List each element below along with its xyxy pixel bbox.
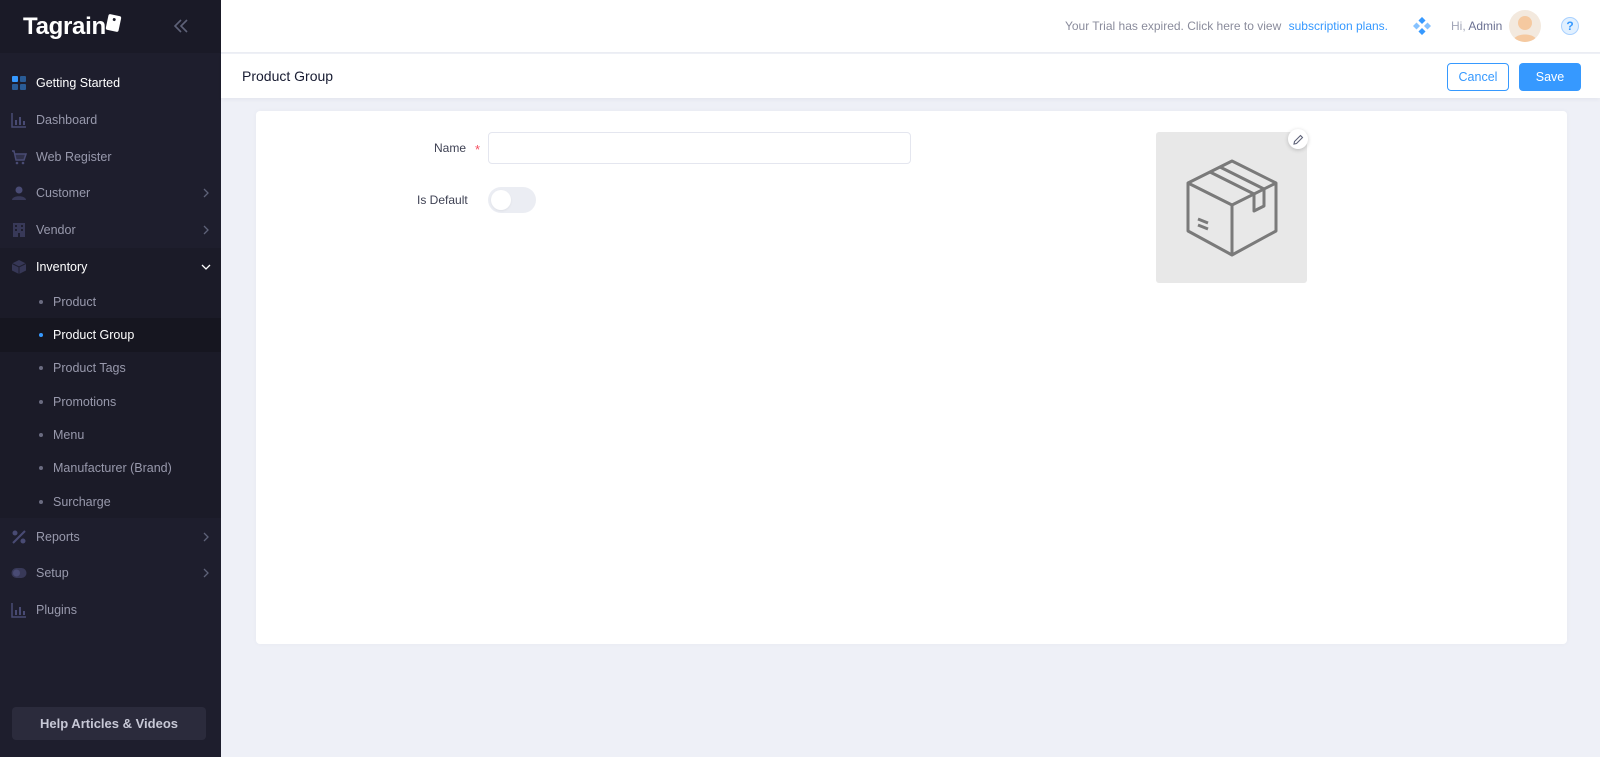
product-image[interactable] (1156, 132, 1307, 283)
chevron-down-icon (201, 264, 211, 270)
bullet-icon (39, 399, 43, 404)
collapse-sidebar-button[interactable] (171, 16, 191, 36)
chevron-right-icon (203, 568, 209, 578)
bullet-icon (39, 299, 43, 304)
submenu-item-manufacturer[interactable]: Manufacturer (Brand) (0, 452, 221, 485)
building-icon (10, 221, 28, 239)
bar-chart-icon (10, 601, 28, 619)
sidebar-item-inventory[interactable]: Inventory (0, 248, 221, 286)
help-articles-button[interactable]: Help Articles & Videos (12, 707, 206, 740)
chevron-right-icon (203, 532, 209, 542)
user-icon (10, 184, 28, 202)
tag-icon (105, 13, 122, 32)
submenu-item-label: Product (53, 294, 97, 309)
sidebar-item-label: Vendor (36, 223, 76, 238)
top-header (221, 0, 1600, 53)
chevron-right-icon (203, 188, 209, 198)
sidebar-item-label: Web Register (36, 149, 112, 164)
greeting-text: Hi, (1451, 19, 1466, 33)
brand-logo[interactable]: Tagrain (23, 12, 122, 41)
submenu-item-label: Promotions (53, 394, 117, 409)
sidebar-item-getting-started[interactable]: Getting Started (0, 65, 221, 102)
sidebar-item-label: Reports (36, 529, 80, 544)
is-default-toggle[interactable] (488, 187, 536, 213)
sidebar-item-web-register[interactable]: Web Register (0, 138, 221, 175)
percent-icon (10, 528, 28, 546)
submenu-item-promotions[interactable]: Promotions (0, 385, 221, 418)
toggle-icon (10, 564, 28, 582)
edit-image-button[interactable] (1288, 129, 1308, 149)
sidebar-nav: Getting Started Dashboard Web Register C… (0, 53, 221, 628)
trial-text: Your Trial has expired. Click here to vi… (1064, 19, 1282, 33)
toggle-knob (491, 190, 511, 210)
submenu-item-label: Manufacturer (Brand) (53, 461, 172, 476)
help-icon[interactable]: ? (1561, 17, 1579, 35)
submenu-item-product[interactable]: Product (0, 285, 221, 318)
submenu-item-label: Product Group (53, 328, 135, 343)
package-box-icon (1186, 159, 1277, 256)
bullet-icon (39, 466, 43, 471)
bullet-icon (39, 333, 43, 338)
bullet-icon (39, 499, 43, 504)
double-chevron-left-icon (173, 19, 188, 33)
trial-notice: Your Trial has expired. Click here to vi… (1065, 19, 1388, 33)
user-name: Admin (1468, 19, 1503, 33)
form-card (256, 111, 1567, 644)
is-default-label: Is Default (417, 193, 468, 207)
sidebar-item-reports[interactable]: Reports (0, 518, 221, 555)
avatar[interactable] (1509, 10, 1541, 42)
sidebar-item-label: Inventory (36, 259, 88, 274)
subscription-plans-link[interactable]: subscription plans. (1289, 19, 1388, 33)
sidebar-item-label: Customer (36, 186, 91, 201)
required-mark: * (475, 142, 481, 157)
cart-icon (10, 148, 28, 166)
save-button[interactable]: Save (1519, 63, 1581, 91)
sidebar-item-customer[interactable]: Customer (0, 175, 221, 212)
sidebar-item-dashboard[interactable]: Dashboard (0, 102, 221, 139)
submenu-item-label: Product Tags (53, 361, 126, 376)
bullet-icon (39, 366, 43, 371)
page-toolbar: Product Group (221, 54, 1600, 98)
submenu-item-surcharge[interactable]: Surcharge (0, 485, 221, 518)
name-label: Name (434, 141, 467, 155)
submenu-item-product-group[interactable]: Product Group (0, 318, 221, 352)
user-avatar-icon (1513, 16, 1537, 42)
sidebar-item-label: Getting Started (36, 76, 121, 91)
box-icon (10, 258, 28, 276)
sidebar-item-label: Setup (36, 566, 69, 581)
apps-icon[interactable] (1412, 16, 1432, 36)
chevron-right-icon (203, 225, 209, 235)
sidebar-item-vendor[interactable]: Vendor (0, 212, 221, 249)
submenu-item-label: Surcharge (53, 494, 111, 509)
submenu-item-menu[interactable]: Menu (0, 418, 221, 451)
grid-icon (10, 74, 28, 92)
logo-bar: Tagrain (0, 0, 221, 53)
bar-chart-icon (10, 111, 28, 129)
sidebar-item-label: Dashboard (36, 113, 98, 128)
sidebar-item-label: Plugins (36, 602, 77, 617)
pencil-icon (1292, 134, 1303, 145)
sidebar: Tagrain Getting Started Dashboard Web Re… (0, 0, 221, 757)
page-title: Product Group (242, 68, 334, 84)
bullet-icon (39, 432, 43, 437)
submenu-item-product-tags[interactable]: Product Tags (0, 352, 221, 385)
user-greeting[interactable]: Hi, Admin (1451, 19, 1502, 33)
submenu-item-label: Menu (53, 427, 85, 442)
inventory-submenu: Product Product Group Product Tags Promo… (0, 285, 221, 519)
name-input[interactable] (488, 132, 911, 164)
sidebar-item-plugins[interactable]: Plugins (0, 592, 221, 629)
brand-name: Tagrain (23, 12, 106, 40)
cancel-button[interactable]: Cancel (1447, 63, 1509, 91)
sidebar-item-setup[interactable]: Setup (0, 555, 221, 592)
